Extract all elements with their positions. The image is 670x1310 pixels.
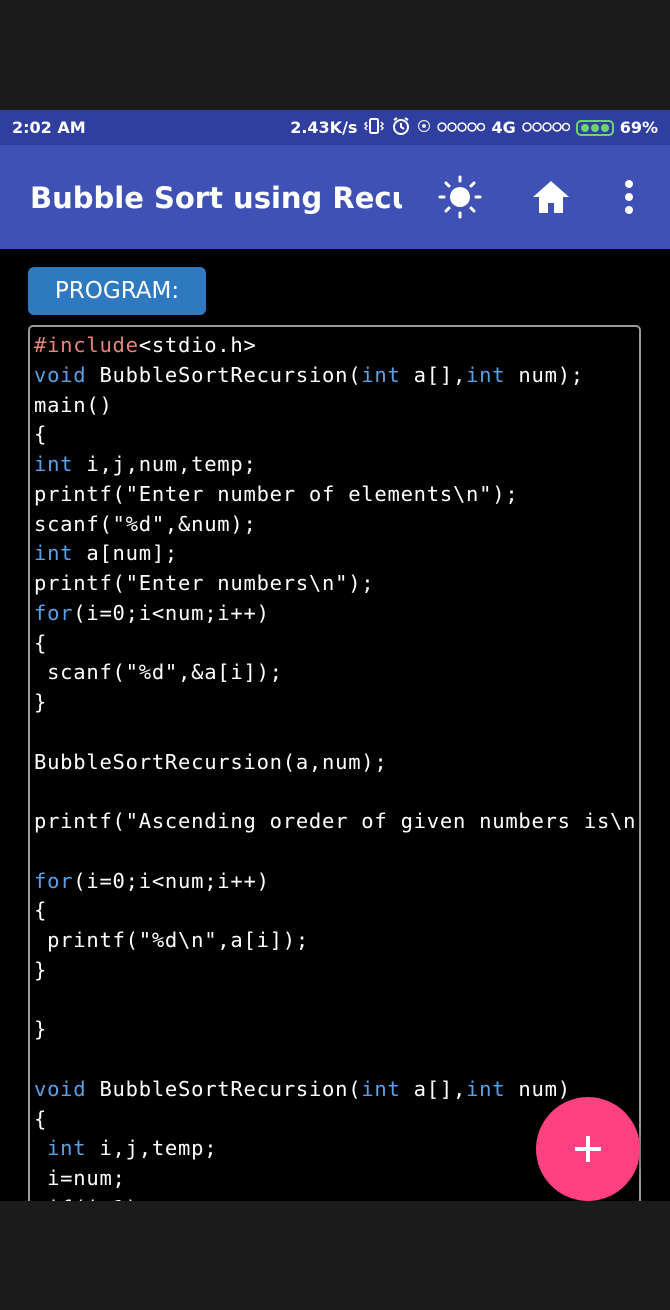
status-time: 2:02 AM: [12, 118, 86, 137]
code-token: i=num;: [34, 1166, 126, 1190]
app-bar: Bubble Sort using Recursi…: [0, 145, 670, 249]
code-line: }: [34, 688, 639, 718]
code-token: {: [34, 898, 48, 923]
battery-icon: [575, 119, 614, 136]
code-token: a[],: [400, 362, 467, 387]
plus-icon: [575, 1136, 601, 1162]
alarm-icon: [391, 116, 411, 140]
status-bar: 2:02 AM 2.43K/s 4G 69%: [0, 110, 670, 145]
battery-percent: 69%: [619, 118, 658, 137]
code-token: }: [34, 1017, 48, 1042]
top-black-area: [0, 0, 670, 110]
code-line: int a[num];: [34, 539, 639, 569]
code-token: <stdio.h>: [138, 333, 257, 357]
code-token: (i=0;i<num;i++): [73, 600, 270, 625]
bottom-black-area: [0, 1201, 670, 1310]
code-token: for: [34, 868, 74, 893]
code-line: printf("Enter numbers\n");: [34, 569, 639, 599]
code-line: scanf("%d",&a[i]);: [34, 658, 639, 688]
network-type: 4G: [491, 118, 516, 137]
code-token: BubbleSortRecursion(a,num);: [34, 749, 388, 774]
code-line: printf("%d\n",a[i]);: [34, 926, 639, 956]
code-token: }: [34, 957, 48, 982]
status-right: 2.43K/s 4G 69%: [290, 116, 658, 140]
code-token: (i=0;i<num;i++): [73, 868, 270, 893]
code-token: i,j,temp;: [86, 1136, 218, 1161]
code-line: printf("Enter number of elements\n");: [34, 480, 639, 510]
code-token: int: [466, 362, 506, 387]
code-token: printf("Ascending oreder of given number…: [34, 809, 641, 833]
code-token: void: [34, 362, 87, 387]
code-token: num): [505, 1076, 571, 1101]
vibrate-icon: [363, 117, 385, 139]
code-token: for: [34, 600, 74, 625]
code-token: scanf("%d",&num);: [34, 511, 257, 536]
code-token: int: [47, 1136, 87, 1161]
code-token: int: [34, 452, 74, 476]
signal-dots-icon-2: [521, 118, 570, 137]
code-token: BubbleSortRecursion(: [86, 362, 362, 387]
code-token: a[num];: [73, 541, 179, 566]
code-token: a[],: [400, 1076, 467, 1101]
code-line: {: [34, 896, 639, 926]
code-line: }: [34, 956, 639, 986]
code-line: for(i=0;i<num;i++): [34, 599, 639, 629]
code-line: void BubbleSortRecursion(int a[],int num…: [34, 361, 639, 391]
code-line: {: [34, 629, 639, 659]
code-token: {: [34, 422, 48, 447]
more-vert-icon[interactable]: [607, 175, 651, 219]
code-token: main(): [34, 392, 113, 417]
code-line: scanf("%d",&num);: [34, 510, 639, 540]
code-token: i,j,num,temp;: [73, 452, 257, 476]
code-line: #include<stdio.h>: [34, 331, 639, 361]
code-token: }: [34, 690, 48, 714]
code-line: void BubbleSortRecursion(int a[],int num…: [34, 1075, 639, 1105]
code-token: printf("%d\n",a[i]);: [34, 928, 309, 952]
code-viewer[interactable]: #include<stdio.h> void BubbleSortRecursio…: [28, 325, 641, 1201]
code-token: {: [34, 630, 48, 655]
network-speed: 2.43K/s: [290, 118, 358, 137]
code-line: BubbleSortRecursion(a,num);: [34, 748, 639, 778]
location-icon: [417, 118, 431, 137]
code-line: if(i>1): [34, 1194, 639, 1201]
home-icon[interactable]: [529, 175, 573, 219]
main-content: PROGRAM: #include<stdio.h> void BubbleSor…: [0, 249, 670, 1201]
code-token: num);: [505, 362, 584, 387]
brightness-icon[interactable]: [438, 175, 482, 219]
code-text: #include<stdio.h> void BubbleSortRecursio…: [34, 331, 641, 1201]
code-token: int: [361, 362, 401, 387]
code-token: scanf("%d",&a[i]);: [34, 660, 283, 685]
code-line: for(i=0;i<num;i++): [34, 867, 639, 897]
code-token: #include: [34, 333, 139, 357]
add-button[interactable]: [536, 1097, 640, 1201]
code-line: printf("Ascending oreder of given number…: [34, 807, 641, 837]
code-token: printf("Enter number of elements\n");: [34, 481, 519, 506]
code-token: {: [34, 1106, 48, 1131]
code-line: int i,j,num,temp;: [34, 450, 639, 480]
program-button[interactable]: PROGRAM:: [28, 267, 206, 315]
code-token: int: [361, 1076, 401, 1101]
code-line: main(): [34, 391, 639, 421]
code-token: int: [466, 1076, 506, 1101]
signal-dots-icon: [437, 118, 486, 137]
code-token: void: [34, 1076, 87, 1101]
code-token: printf("Enter numbers\n");: [34, 571, 375, 595]
page-title: Bubble Sort using Recursi…: [30, 181, 402, 215]
code-token: BubbleSortRecursion(: [86, 1076, 362, 1101]
code-token: int: [34, 541, 74, 566]
code-line: }: [34, 1015, 639, 1045]
code-line: {: [34, 420, 639, 450]
